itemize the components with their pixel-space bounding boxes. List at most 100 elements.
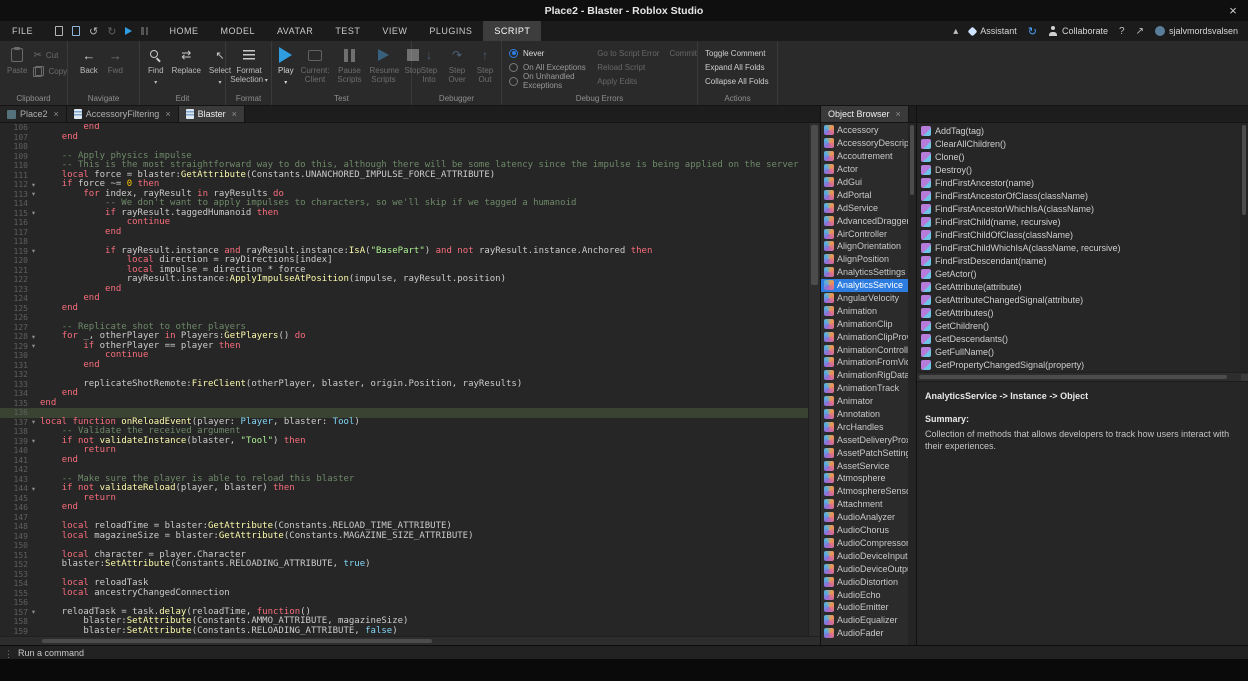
step-into-button[interactable]: Step Into xyxy=(418,41,440,84)
class-item[interactable]: AudioEcho xyxy=(821,588,908,601)
member-item[interactable]: FindFirstAncestorOfClass(className) xyxy=(917,189,1239,202)
class-item[interactable]: Atmosphere xyxy=(821,472,908,485)
class-item[interactable]: AdPortal xyxy=(821,188,908,201)
cut-button[interactable]: Cut xyxy=(33,49,67,61)
member-item[interactable]: FindFirstDescendant(name) xyxy=(917,254,1239,267)
member-item[interactable]: Clone() xyxy=(917,150,1239,163)
class-item[interactable]: AdService xyxy=(821,201,908,214)
class-item[interactable]: AudioEmitter xyxy=(821,601,908,614)
replace-button[interactable]: Replace xyxy=(172,41,201,75)
member-item[interactable]: FindFirstAncestor(name) xyxy=(917,176,1239,189)
fold-arrow-icon[interactable]: ▾ xyxy=(28,342,39,350)
class-item[interactable]: AudioChorus xyxy=(821,524,908,537)
command-input[interactable]: Run a command xyxy=(18,648,84,658)
fold-arrow-icon[interactable]: ▾ xyxy=(28,333,39,341)
close-tab-icon[interactable] xyxy=(232,109,237,119)
class-item[interactable]: Actor xyxy=(821,163,908,176)
radio-never[interactable]: Never xyxy=(509,46,587,60)
step-out-button[interactable]: Step Out xyxy=(474,41,496,84)
editor-vertical-scrollbar[interactable] xyxy=(808,123,820,636)
class-item[interactable]: AudioCompressor xyxy=(821,537,908,550)
back-button[interactable]: Back xyxy=(80,41,98,75)
code-line[interactable]: replicateShotRemote:FireClient(otherPlay… xyxy=(40,380,808,390)
redo-icon[interactable] xyxy=(107,25,116,38)
code-line[interactable]: local ancestryChangedConnection xyxy=(40,589,808,599)
fold-arrow-icon[interactable]: ▾ xyxy=(28,437,39,445)
close-tab-icon[interactable] xyxy=(54,109,59,119)
class-item[interactable]: AnimationFromVideoCreator xyxy=(821,356,908,369)
code-line[interactable]: end xyxy=(40,399,808,409)
class-item[interactable]: AdGui xyxy=(821,176,908,189)
copy-button[interactable]: Copy xyxy=(33,65,67,77)
code-line[interactable]: end xyxy=(40,389,808,399)
member-item[interactable]: GetPropertyChangedSignal(property) xyxy=(917,358,1239,371)
code-line[interactable]: end xyxy=(40,503,808,513)
class-item[interactable]: Attachment xyxy=(821,498,908,511)
doc-tab-accessoryfiltering[interactable]: AccessoryFiltering xyxy=(67,106,179,122)
current-client-button[interactable]: Current:Client xyxy=(301,41,330,84)
code-line[interactable]: if not validateInstance(blaster, "Tool")… xyxy=(40,437,808,447)
scrollbar-thumb[interactable] xyxy=(811,125,818,285)
find-button[interactable]: Find xyxy=(148,41,164,88)
member-item[interactable]: FindFirstAncestorWhichIsA(className) xyxy=(917,202,1239,215)
fold-arrow-icon[interactable]: ▾ xyxy=(28,608,39,616)
member-item[interactable]: ClearAllChildren() xyxy=(917,137,1239,150)
tab-script[interactable]: SCRIPT xyxy=(483,21,541,41)
member-item[interactable]: GetActor() xyxy=(917,267,1239,280)
tab-plugins[interactable]: PLUGINS xyxy=(418,21,483,41)
scrollbar-thumb[interactable] xyxy=(42,639,432,643)
scrollbar-thumb[interactable] xyxy=(910,125,914,195)
step-over-button[interactable]: Step Over xyxy=(446,41,468,84)
paste-button[interactable]: Paste xyxy=(7,41,27,75)
class-item[interactable]: Animation xyxy=(821,304,908,317)
member-item[interactable]: FindFirstChildOfClass(className) xyxy=(917,228,1239,241)
commit-button[interactable]: Commit xyxy=(669,46,697,60)
code-line[interactable]: if not validateReload(player, blaster) t… xyxy=(40,484,808,494)
class-item[interactable]: AudioFader xyxy=(821,627,908,640)
command-bar[interactable]: Run a command xyxy=(0,645,1248,659)
member-list-scrollbar[interactable] xyxy=(1240,123,1248,372)
class-item[interactable]: AirController xyxy=(821,227,908,240)
scrollbar-thumb[interactable] xyxy=(919,375,1227,379)
code-line[interactable]: continue xyxy=(40,351,808,361)
class-item[interactable]: AdvancedDragger xyxy=(821,214,908,227)
quick-pause-icon[interactable] xyxy=(141,27,148,35)
file-menu-button[interactable]: FILE xyxy=(0,21,45,41)
tab-model[interactable]: MODEL xyxy=(209,21,266,41)
assistant-button[interactable]: Assistant xyxy=(969,26,1017,36)
code-line[interactable]: continue xyxy=(40,218,808,228)
fold-arrow-icon[interactable]: ▾ xyxy=(28,418,39,426)
class-item[interactable]: ArcHandles xyxy=(821,420,908,433)
class-item[interactable]: AnalyticsService xyxy=(821,279,908,292)
fold-arrow-icon[interactable]: ▾ xyxy=(28,485,39,493)
class-item[interactable]: AnimationClip xyxy=(821,317,908,330)
code-line[interactable]: end xyxy=(40,228,808,238)
tab-avatar[interactable]: AVATAR xyxy=(266,21,324,41)
code-line[interactable] xyxy=(40,570,808,580)
code-line[interactable]: blaster:SetAttribute(Constants.RELOADING… xyxy=(40,560,808,570)
editor-horizontal-scrollbar[interactable] xyxy=(0,636,820,645)
fold-arrow-icon[interactable]: ▾ xyxy=(28,247,39,255)
class-item[interactable]: AudioEqualizer xyxy=(821,614,908,627)
code-line[interactable]: if otherPlayer == player then xyxy=(40,342,808,352)
class-item[interactable]: AnimationTrack xyxy=(821,382,908,395)
code-line[interactable]: end xyxy=(40,361,808,371)
doc-tab-place2[interactable]: Place2 xyxy=(0,106,67,122)
object-browser-scrollbar[interactable] xyxy=(908,123,916,645)
code-line[interactable]: end xyxy=(40,456,808,466)
code-line[interactable]: end xyxy=(40,304,808,314)
tab-view[interactable]: VIEW xyxy=(371,21,418,41)
member-item[interactable]: AddTag(tag) xyxy=(917,124,1239,137)
user-account[interactable]: sjalvmordsvalsen xyxy=(1155,26,1238,36)
pause-scripts-button[interactable]: Pause Scripts xyxy=(336,41,362,84)
class-item[interactable]: AssetPatchSettings xyxy=(821,446,908,459)
class-item[interactable]: AssetDeliveryProxy xyxy=(821,433,908,446)
collaborate-button[interactable]: Collaborate xyxy=(1048,26,1108,36)
tab-test[interactable]: TEST xyxy=(324,21,371,41)
tab-home[interactable]: HOME xyxy=(158,21,209,41)
class-item[interactable]: Accoutrement xyxy=(821,150,908,163)
class-item[interactable]: AngularVelocity xyxy=(821,292,908,305)
undo-icon[interactable] xyxy=(89,25,98,38)
code-line[interactable]: end xyxy=(40,294,808,304)
code-line[interactable]: end xyxy=(40,133,808,143)
